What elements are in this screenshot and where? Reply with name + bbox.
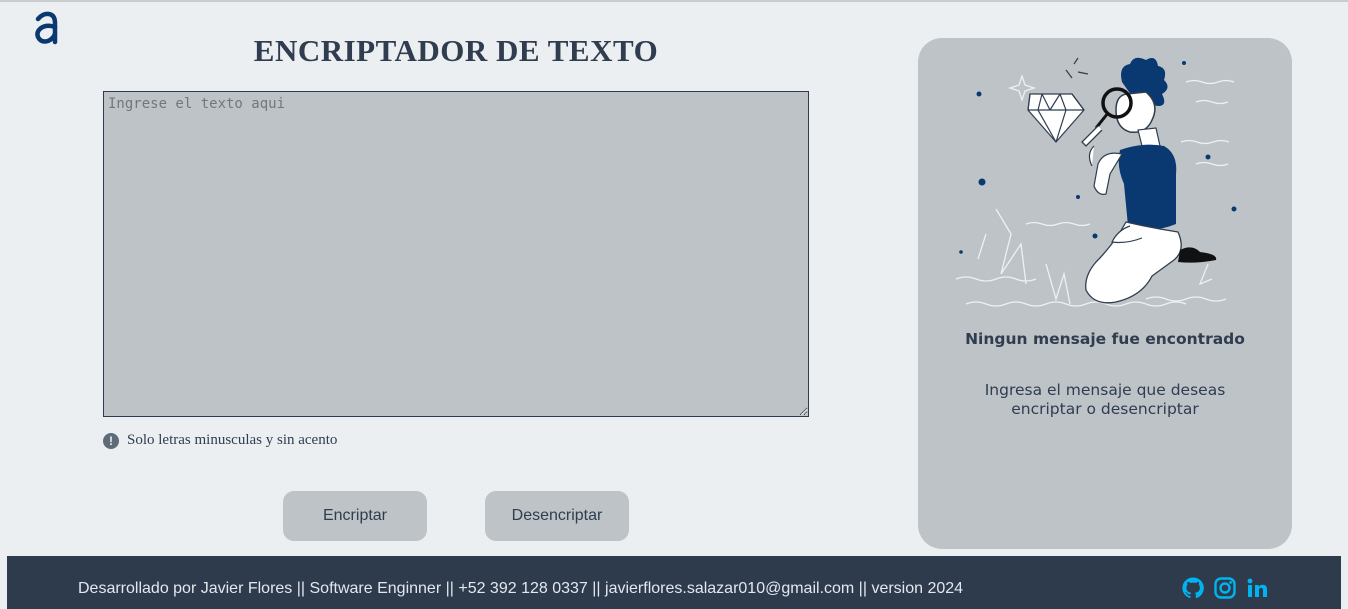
empty-state-title: Ningun mensaje fue encontrado — [965, 330, 1245, 348]
person-with-magnifying-glass-illustration — [955, 57, 1237, 307]
instagram-icon[interactable] — [1213, 576, 1237, 600]
decrypt-button[interactable]: Desencriptar — [485, 491, 629, 541]
page-title: ENCRIPTADOR DE TEXTO — [253, 33, 659, 68]
github-icon[interactable] — [1181, 576, 1205, 600]
exclamation-circle-icon: ! — [103, 432, 119, 449]
alura-a-logo-icon[interactable] — [32, 10, 62, 46]
input-hint: ! Solo letras minusculas y sin acento — [103, 432, 337, 449]
encrypt-button[interactable]: Encriptar — [283, 491, 427, 541]
footer: Desarrollado por Javier Flores || Softwa… — [7, 556, 1341, 609]
hint-text: Solo letras minusculas y sin acento — [127, 432, 338, 448]
linkedin-icon[interactable] — [1245, 576, 1269, 600]
output-panel: Ningun mensaje fue encontrado Ingresa el… — [918, 38, 1292, 549]
footer-credits: Desarrollado por Javier Flores || Softwa… — [78, 580, 964, 597]
top-border — [0, 0, 1348, 2]
empty-state-message: Ingresa el mensaje que deseas encriptar … — [984, 381, 1226, 418]
text-input[interactable] — [103, 91, 809, 417]
